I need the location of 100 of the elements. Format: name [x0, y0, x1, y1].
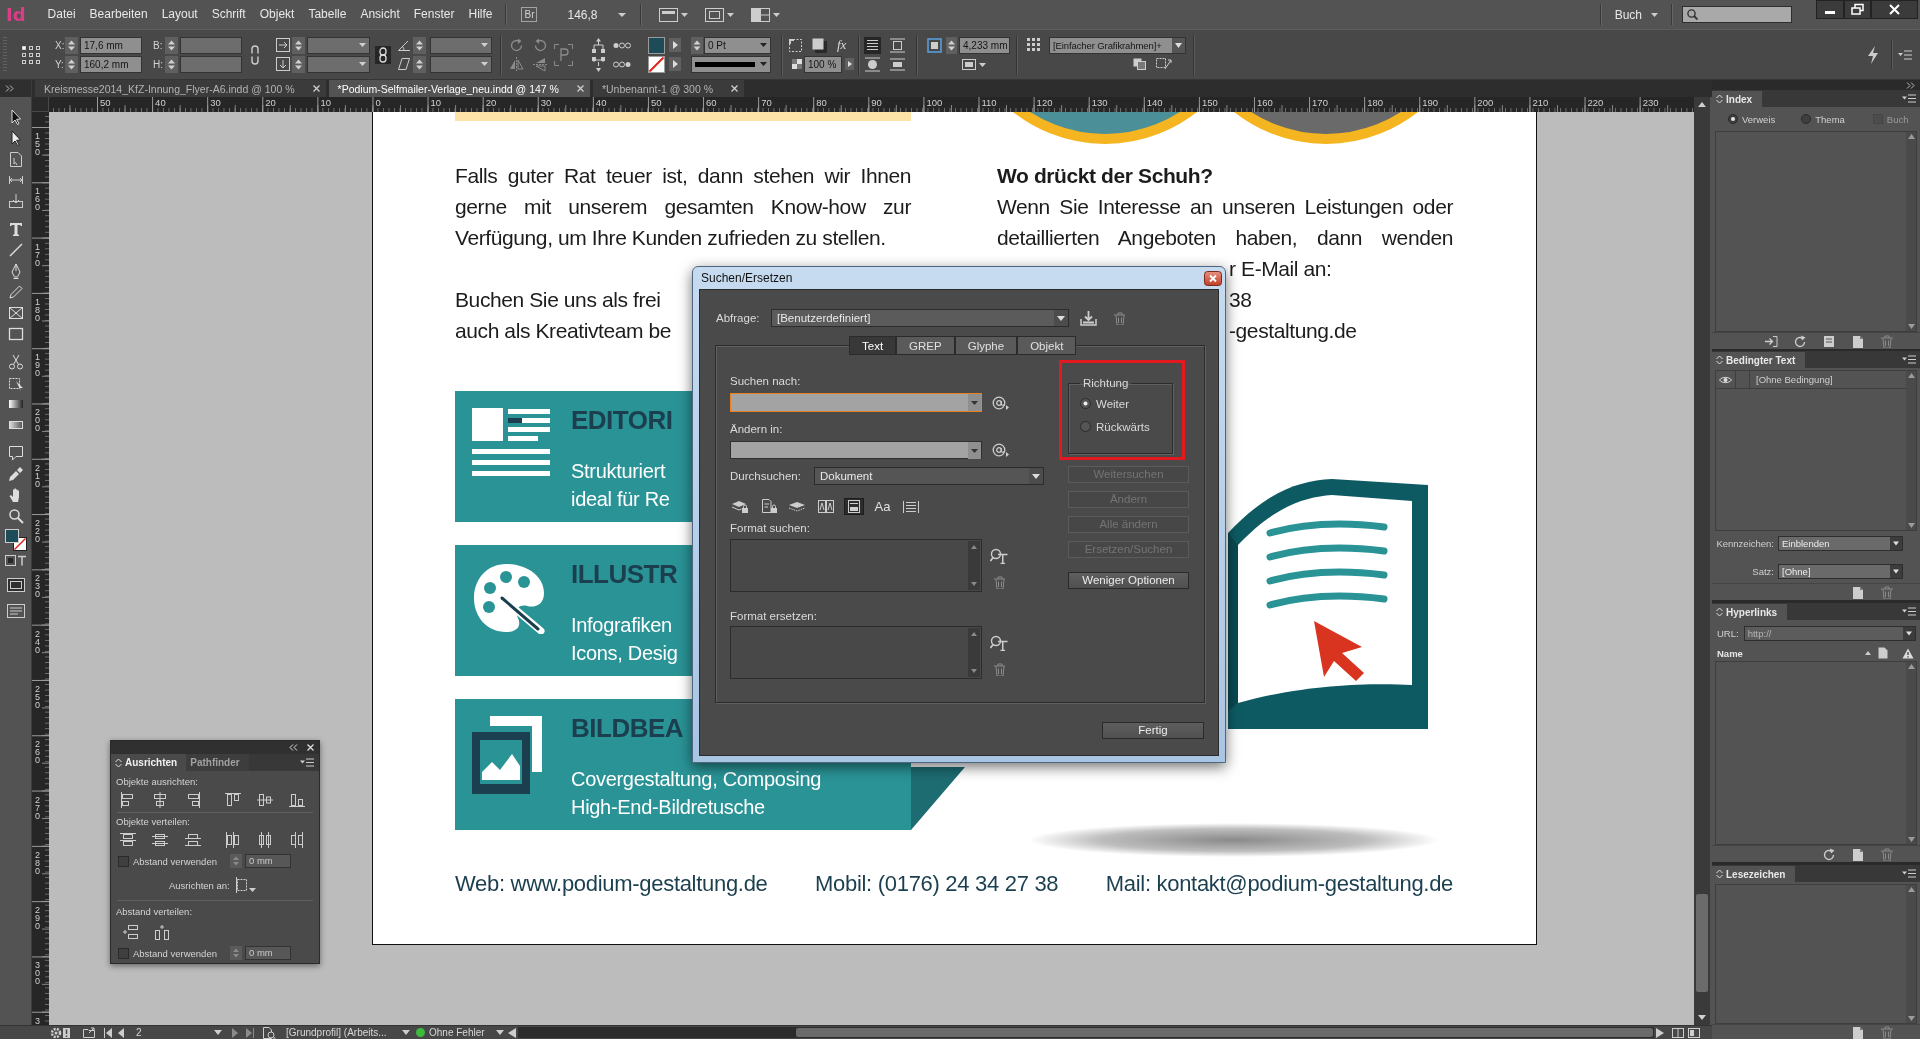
scope-dropdown[interactable]: Dokument — [814, 467, 1044, 485]
menu-item[interactable]: Layout — [154, 0, 205, 29]
spinner-icon[interactable] — [691, 36, 703, 54]
effects-button[interactable]: fx — [837, 37, 847, 53]
checkbox-label[interactable]: Abstand verwenden — [133, 855, 217, 867]
align-bottom-icon[interactable] — [289, 792, 305, 808]
list-scrollbar[interactable] — [1906, 662, 1916, 844]
scroll-up-arrow-icon[interactable] — [1907, 134, 1915, 139]
scroll-left-arrow-icon[interactable] — [508, 1027, 516, 1038]
radio-button[interactable] — [1728, 114, 1738, 124]
panel-tab[interactable]: Bedingter Text — [1712, 352, 1806, 368]
updown-chevron-icon[interactable] — [1716, 607, 1723, 617]
option-label[interactable]: Rückwärts — [1096, 420, 1150, 433]
page-icon[interactable] — [1878, 647, 1888, 659]
list-scrollbar[interactable] — [968, 541, 980, 590]
stroke-swatch-icon[interactable] — [648, 55, 665, 73]
rotation-angle-icon[interactable] — [398, 39, 410, 51]
hierarchy-down-icon[interactable] — [591, 56, 606, 72]
menu-item[interactable]: Tabelle — [301, 0, 354, 29]
radio-button[interactable] — [1080, 421, 1091, 432]
column-header[interactable]: Name — [1717, 647, 1743, 659]
drop-shadow-icon[interactable] — [812, 37, 827, 53]
offset-field[interactable]: 4,233 mm — [959, 36, 1010, 54]
align-horizontal-centers-icon[interactable] — [152, 792, 168, 808]
updown-chevron-icon[interactable] — [1716, 869, 1723, 879]
set-dropdown[interactable]: [Ohne] — [1778, 563, 1903, 579]
fill-swatch-icon[interactable] — [648, 36, 665, 54]
page-footer-icon[interactable] — [844, 497, 864, 515]
dialog-tab[interactable]: Objekt — [1017, 336, 1077, 355]
dialog-button[interactable]: Weniger Optionen — [1068, 572, 1189, 589]
magnifier-t-icon[interactable] — [990, 635, 1008, 651]
radio-button[interactable] — [1801, 114, 1812, 124]
scale-x-field[interactable] — [307, 36, 370, 54]
magnifier-t-icon[interactable] — [990, 548, 1008, 564]
arrow-right-icon[interactable] — [669, 57, 681, 71]
query-dropdown[interactable]: [Benutzerdefiniert] — [771, 309, 1069, 327]
split-view-icon[interactable] — [1672, 1027, 1684, 1038]
frame-fit-icon[interactable] — [927, 37, 942, 53]
spinner-icon[interactable] — [292, 55, 305, 73]
text-wrap-lines-icon[interactable] — [864, 36, 881, 54]
preflight-profile-dropdown[interactable]: [Grundprofil] (Arbeits... — [286, 1026, 410, 1039]
distribute-horizontal-space-icon[interactable] — [154, 924, 170, 940]
scale-x-icon[interactable] — [276, 38, 290, 52]
at-sign-icon[interactable] — [992, 443, 1009, 457]
close-icon[interactable] — [1204, 270, 1222, 286]
radio-button[interactable] — [1080, 398, 1091, 409]
refresh-icon[interactable] — [1793, 334, 1807, 348]
checkbox[interactable] — [118, 947, 129, 959]
scrollbar-thumb[interactable] — [796, 1028, 1653, 1037]
box-down-arrow-icon[interactable] — [7, 192, 24, 209]
scroll-down-arrow-icon[interactable] — [1907, 837, 1915, 842]
hierarchy-up-icon[interactable] — [591, 37, 606, 53]
double-chevron-icon[interactable] — [289, 744, 298, 751]
change-field[interactable] — [730, 441, 982, 459]
page-number-dropdown[interactable]: 2 — [132, 1026, 222, 1039]
opacity-field[interactable]: 100 % — [804, 55, 842, 73]
frame-view-icon[interactable] — [704, 6, 734, 23]
folder-arrow-icon[interactable] — [83, 1027, 95, 1038]
trash-icon[interactable] — [993, 576, 1005, 589]
menu-item[interactable]: Hilfe — [461, 0, 500, 29]
spinner-icon[interactable] — [65, 36, 78, 54]
stroke-weight-dropdown[interactable]: 0 Pt — [704, 36, 771, 54]
updown-chevron-icon[interactable] — [1716, 355, 1723, 365]
menu-item[interactable]: Ansicht — [353, 0, 407, 29]
object-style-icon[interactable] — [1026, 37, 1042, 53]
option-label[interactable]: Verweis — [1742, 113, 1776, 125]
case-sensitive-toggle[interactable]: Aa — [872, 497, 893, 515]
dialog-tab[interactable]: Glyphe — [954, 336, 1018, 355]
rectangle-icon[interactable] — [7, 325, 24, 342]
distribute-vertical-space-icon[interactable] — [122, 924, 138, 940]
distribute-vertical-centers-icon[interactable] — [152, 832, 168, 848]
overlapping-squares-icon[interactable] — [1133, 58, 1147, 70]
rotate-counterclockwise-icon[interactable] — [533, 37, 548, 53]
horizontal-ruler[interactable]: 50 40 30 20 10 0 10 20 30 40 50 60 70 80 90 100 110 120 130 140 150 160 170 180 190 200 210 220 230 — [49, 97, 1694, 112]
new-page-icon[interactable] — [1851, 334, 1865, 348]
minimize-icon[interactable] — [1816, 0, 1844, 19]
shear-field[interactable] — [430, 55, 492, 73]
menu-item[interactable]: Datei — [40, 0, 83, 29]
new-page-icon[interactable] — [1851, 1025, 1865, 1039]
two-pages-icon[interactable] — [815, 497, 836, 515]
refresh-icon[interactable] — [1822, 847, 1836, 861]
scroll-right-arrow-icon[interactable] — [1656, 1027, 1664, 1038]
arrange-windows-icon[interactable] — [750, 6, 780, 23]
panel-menu-icon[interactable] — [1902, 607, 1916, 616]
scroll-down-arrow-icon[interactable] — [1907, 324, 1915, 329]
stroke-align-icon[interactable] — [962, 56, 986, 72]
sort-caret-icon[interactable] — [1865, 651, 1871, 655]
document-tab[interactable]: Kreismesse2014_KfZ-Innung_Flyer-A6.indd @ 100 % — [35, 80, 326, 97]
distribute-bottom-icon[interactable] — [185, 832, 201, 848]
list-scrollbar[interactable] — [1906, 371, 1916, 530]
double-chevron-icon[interactable] — [1906, 81, 1915, 89]
zoom-level-dropdown[interactable]: 146,8 — [567, 7, 626, 22]
trash-icon[interactable] — [993, 663, 1005, 676]
option-label[interactable]: Weiter — [1096, 397, 1130, 410]
line-tool-icon[interactable] — [7, 241, 24, 258]
menu-item[interactable]: Bearbeiten — [82, 0, 155, 29]
x-position-field[interactable]: 17,6 mm — [80, 36, 142, 54]
list-scrollbar[interactable] — [1906, 132, 1916, 331]
align-to-icon[interactable] — [234, 877, 256, 893]
document-tab[interactable]: *Unbenannt-1 @ 300 % — [592, 80, 744, 97]
